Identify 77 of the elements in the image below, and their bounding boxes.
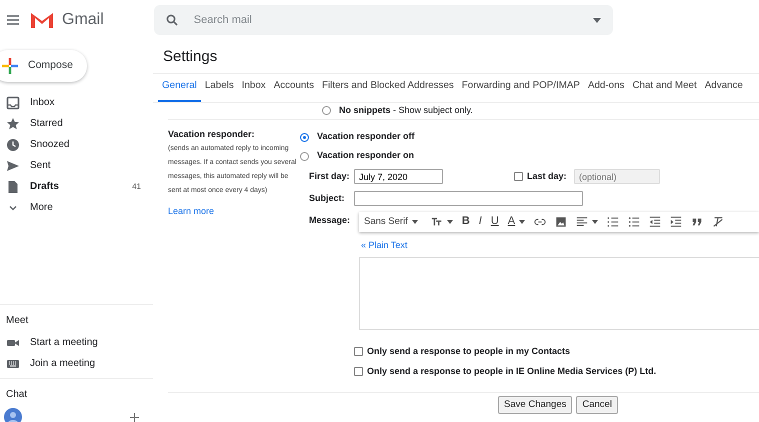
- app-name: Gmail: [62, 10, 104, 30]
- cancel-button[interactable]: Cancel: [576, 396, 618, 414]
- search-icon: [166, 14, 178, 26]
- sidebar-item[interactable]: More: [0, 197, 153, 218]
- italic-button[interactable]: I: [478, 213, 482, 230]
- send-icon: [6, 158, 20, 172]
- page-title: Settings: [153, 40, 759, 74]
- plus-icon: [2, 58, 18, 74]
- setting-label: Vacation responder:: [168, 128, 256, 141]
- outdent-icon[interactable]: [649, 216, 662, 228]
- settings-tab[interactable]: General: [158, 74, 201, 102]
- dropdown-caret-icon[interactable]: [592, 18, 601, 22]
- sidebar-item[interactable]: Drafts 41: [0, 176, 153, 197]
- inbox-icon: [6, 96, 20, 110]
- compose-button[interactable]: Compose: [0, 50, 87, 82]
- option-label: Vacation responder on: [317, 149, 414, 162]
- option-label: Only send a response to people in my Contacts: [367, 344, 570, 358]
- underline-button[interactable]: U: [490, 213, 499, 230]
- learn-more-link[interactable]: Learn more: [168, 206, 214, 216]
- checkbox[interactable]: [354, 347, 363, 356]
- text-size-icon[interactable]: [430, 216, 443, 228]
- section-heading: Meet: [5, 314, 30, 328]
- caret-icon: [519, 220, 526, 224]
- save-button[interactable]: Save Changes: [498, 396, 572, 414]
- clock-icon: [6, 138, 20, 152]
- caret-icon: [446, 220, 453, 224]
- radio-button[interactable]: [322, 106, 331, 116]
- search-field[interactable]: Search mail: [192, 10, 579, 30]
- clear-format-icon[interactable]: [712, 216, 724, 228]
- bold-button[interactable]: B: [462, 213, 470, 230]
- settings-tab[interactable]: Advance: [700, 74, 747, 102]
- field-label: Message:: [309, 214, 352, 227]
- settings-tab[interactable]: Accounts: [270, 74, 318, 102]
- bulleted-list-icon[interactable]: [628, 216, 640, 228]
- quote-icon[interactable]: [691, 216, 704, 228]
- file-icon: [6, 180, 20, 194]
- sidebar-item[interactable]: Snoozed: [0, 134, 153, 155]
- date-field[interactable]: July 7, 2020: [354, 169, 443, 184]
- settings-tab[interactable]: Filters and Blocked Addresses: [318, 74, 458, 102]
- section-heading: Chat: [5, 388, 28, 402]
- align-left-icon[interactable]: [576, 216, 588, 228]
- radio-button[interactable]: [300, 152, 309, 161]
- option-label: Only send a response to people in IE Online Media Services (P) Ltd.: [367, 364, 656, 378]
- settings-tab[interactable]: Chat and Meet: [628, 74, 701, 102]
- settings-tab[interactable]: Inbox: [238, 74, 270, 102]
- field-label: Subject:: [309, 192, 346, 205]
- field-label: Last day:: [527, 170, 568, 183]
- meet-item[interactable]: Join a meeting: [0, 353, 153, 374]
- option-label: No snippets - Show subject only.: [339, 104, 473, 117]
- checkbox[interactable]: [354, 367, 363, 376]
- checkbox[interactable]: [514, 172, 523, 182]
- meet-item[interactable]: Start a meeting: [0, 332, 153, 353]
- settings-tab[interactable]: Labels: [200, 74, 238, 102]
- sidebar-item[interactable]: Inbox: [0, 92, 153, 113]
- avatar-icon: [4, 408, 22, 422]
- star-icon: [6, 116, 20, 130]
- plus-icon[interactable]: [130, 412, 139, 422]
- caret-icon: [592, 220, 598, 224]
- field-label: First day:: [309, 170, 351, 183]
- search-bar[interactable]: Search mail: [154, 5, 613, 35]
- settings-tab[interactable]: Add-ons: [584, 74, 628, 102]
- option-label: Vacation responder off: [317, 130, 415, 144]
- indent-icon[interactable]: [670, 216, 682, 228]
- plain-text-link[interactable]: « Plain Text: [361, 238, 408, 252]
- numbered-list-icon[interactable]: [607, 216, 620, 228]
- font-dropdown[interactable]: Sans Serif: [364, 214, 418, 229]
- sidebar-item[interactable]: Sent: [0, 155, 153, 176]
- text-color-button[interactable]: A: [508, 213, 526, 230]
- item-count: 41: [132, 180, 141, 192]
- menu-icon[interactable]: [7, 15, 19, 25]
- settings-tab[interactable]: Forwarding and POP/IMAP: [458, 74, 584, 102]
- caret-icon: [412, 220, 418, 224]
- radio-button[interactable]: [300, 132, 309, 142]
- gmail-logo-icon: [30, 11, 54, 29]
- subject-field[interactable]: [354, 191, 583, 206]
- sidebar-item[interactable]: Starred: [0, 113, 153, 134]
- image-icon[interactable]: [555, 216, 568, 228]
